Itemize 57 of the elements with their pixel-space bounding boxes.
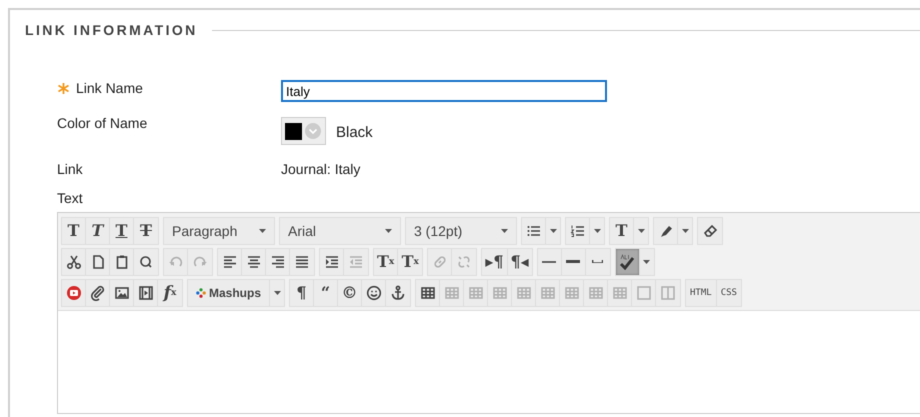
broken-link-icon [456, 254, 472, 270]
field-label: Text [57, 190, 83, 206]
format-button[interactable]: ▸¶ [482, 248, 508, 274]
numbered-list-icon [570, 222, 586, 238]
square-icon [636, 284, 652, 300]
split-square-icon [660, 284, 676, 300]
link-value: Journal: Italy [281, 161, 360, 177]
film-icon [138, 284, 154, 300]
link-icon [432, 254, 448, 270]
scissors-icon [66, 254, 82, 270]
caret-icon [304, 122, 322, 140]
caret-icon [274, 290, 281, 294]
table-icon [492, 284, 508, 300]
spellcheck-button[interactable] [616, 248, 640, 274]
table-icon [516, 284, 532, 300]
table-icon [612, 284, 628, 300]
align-left-icon [222, 254, 238, 270]
table-icon [468, 284, 484, 300]
section-title: LINK INFORMATION [25, 22, 198, 38]
horizontal-line-icon [542, 260, 556, 262]
field-label: Link [57, 161, 83, 177]
spellcheck-icon [619, 254, 636, 270]
dots-icon [196, 288, 206, 298]
table-icon [420, 284, 436, 300]
field-label: Link Name [76, 80, 143, 96]
outdent-icon [348, 254, 364, 270]
field-label: Color of Name [57, 115, 148, 131]
clipboard-icon [114, 254, 130, 270]
color-name: Black [336, 124, 373, 140]
eraser-icon [702, 222, 718, 238]
align-right-icon [270, 254, 286, 270]
play-button-icon [66, 284, 82, 300]
paperclip-icon [90, 284, 106, 300]
caret-icon [385, 228, 392, 232]
caret-icon [550, 228, 556, 232]
thick-line-icon [566, 260, 580, 264]
format-button[interactable]: T$^{x}$ [374, 248, 398, 274]
table-icon [540, 284, 556, 300]
align-center-icon [246, 254, 262, 270]
caret-icon [594, 228, 600, 232]
table-icon [588, 284, 604, 300]
caret-icon [501, 228, 508, 232]
caret-icon [638, 228, 644, 232]
space-icon [592, 260, 604, 264]
search-icon [138, 254, 154, 270]
link-name-field[interactable]: Italy [281, 80, 607, 102]
smiley-icon [366, 284, 382, 300]
table-icon [444, 284, 460, 300]
indent-icon [324, 254, 340, 270]
caret-icon [643, 260, 650, 264]
caret-icon [259, 228, 266, 232]
justify-icon [294, 254, 310, 270]
caret-icon [682, 228, 688, 232]
table-icon [564, 284, 580, 300]
color-picker[interactable] [281, 117, 326, 145]
anchor-icon [390, 284, 406, 300]
image-icon [114, 284, 130, 300]
